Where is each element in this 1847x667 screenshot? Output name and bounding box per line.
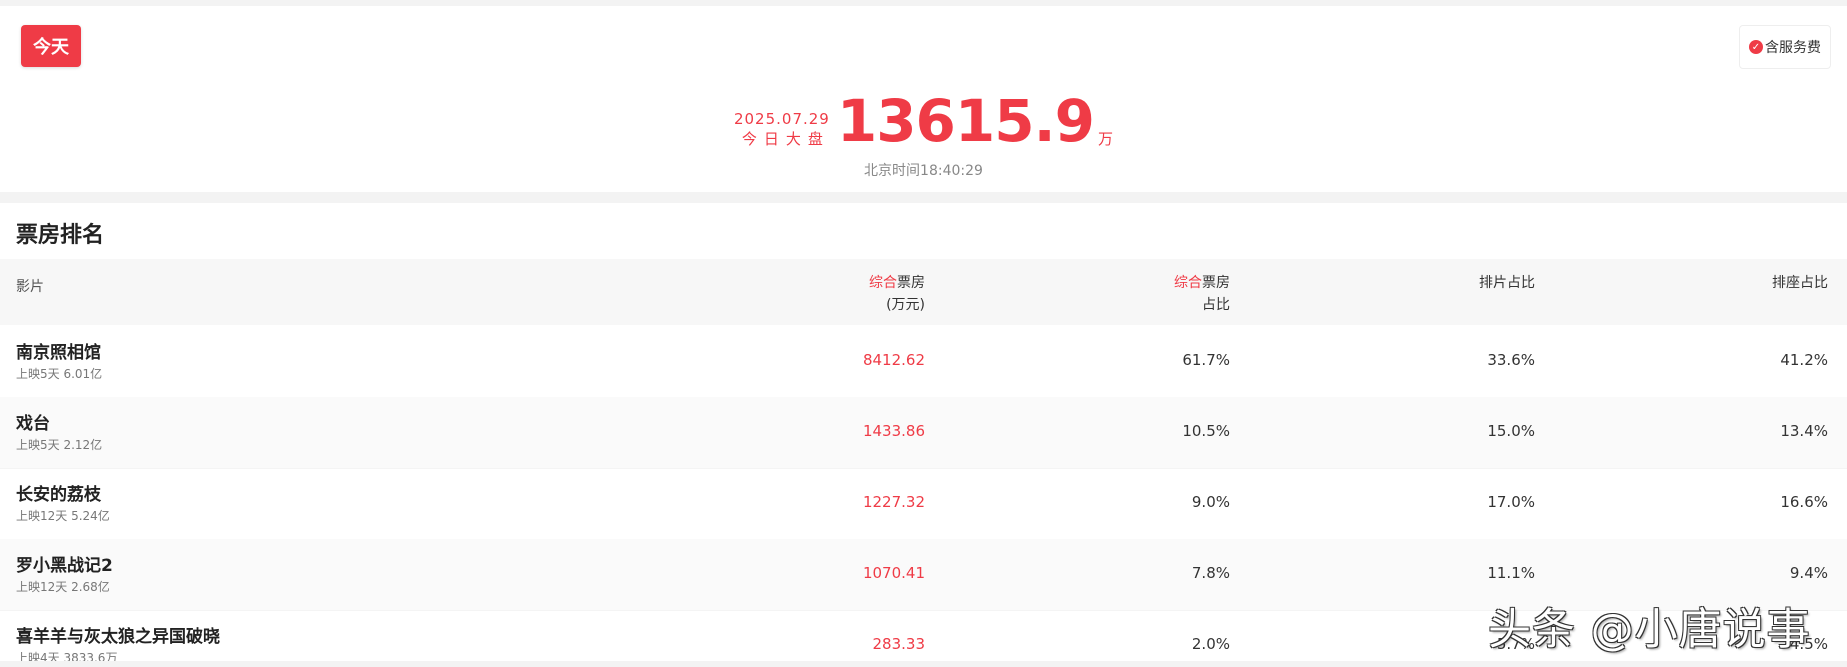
film-name: 长安的荔枝 xyxy=(16,485,101,505)
service-fee-label: 含服务费 xyxy=(1765,40,1821,56)
check-icon: ✓ xyxy=(1749,40,1763,54)
box-office-header-text: 票房 xyxy=(897,275,925,291)
box-office-unit: (万元) xyxy=(886,297,925,313)
showing-share: 17.0% xyxy=(1487,493,1535,511)
box-office-header-red: 综合 xyxy=(869,275,897,291)
today-button[interactable]: 今天 xyxy=(21,25,81,67)
box-office-share: 61.7% xyxy=(1182,351,1230,369)
today-total-value: 13615.9 xyxy=(836,87,1095,155)
film-release-info: 上映4天 3833.6万 xyxy=(16,651,118,661)
today-total-block: 2025.07.29 今日大盘 13615.9 万 北京时间18:40:29 xyxy=(0,90,1847,180)
box-office-ranking: 票房排名 影片 综合票房 (万元) 综合票房 占比 排片占比 排座占比 南京照相… xyxy=(0,203,1847,661)
box-office-value: 8412.62 xyxy=(862,351,925,369)
box-office-value: 1433.86 xyxy=(862,422,925,440)
box-office-column-header[interactable]: 综合票房 (万元) xyxy=(869,272,925,316)
ranking-title: 票房排名 xyxy=(16,223,105,248)
beijing-time: 北京时间18:40:29 xyxy=(864,163,983,179)
box-office-share: 7.8% xyxy=(1191,564,1230,582)
service-fee-toggle[interactable]: ✓ 含服务费 xyxy=(1739,25,1831,69)
share-header-text: 票房 xyxy=(1202,275,1230,291)
film-column-header: 影片 xyxy=(16,279,44,295)
today-total-line: 2025.07.29 今日大盘 13615.9 万 xyxy=(734,90,1113,152)
box-office-share: 10.5% xyxy=(1182,422,1230,440)
seat-column-header[interactable]: 排座占比 xyxy=(1772,272,1828,294)
table-row[interactable]: 南京照相馆 上映5天 6.01亿 8412.62 61.7% 33.6% 41.… xyxy=(0,326,1847,398)
summary-panel: 今天 ✓ 含服务费 2025.07.29 今日大盘 13615.9 万 北京时间… xyxy=(0,6,1847,192)
box-office-share: 2.0% xyxy=(1191,635,1230,653)
film-name: 罗小黑战记2 xyxy=(16,556,113,576)
box-office-value: 1227.32 xyxy=(862,493,925,511)
film-name: 喜羊羊与灰太狼之异国破晓 xyxy=(16,627,220,647)
film-name: 戏台 xyxy=(16,414,50,434)
showing-share: 33.6% xyxy=(1487,351,1535,369)
seat-share: 41.2% xyxy=(1780,351,1828,369)
share-column-header[interactable]: 综合票房 占比 xyxy=(1174,272,1230,316)
table-row[interactable]: 长安的荔枝 上映12天 5.24亿 1227.32 9.0% 17.0% 16.… xyxy=(0,468,1847,540)
share-header-line2: 占比 xyxy=(1202,297,1230,313)
seat-share: 9.4% xyxy=(1789,564,1828,582)
seat-share: 16.6% xyxy=(1780,493,1828,511)
table-row[interactable]: 戏台 上映5天 2.12亿 1433.86 10.5% 15.0% 13.4% xyxy=(0,397,1847,469)
showing-share: 11.1% xyxy=(1487,564,1535,582)
date-label: 2025.07.29 xyxy=(733,110,830,128)
watermark: 头条 @小唐说事 xyxy=(1488,605,1811,655)
today-total-unit: 万 xyxy=(1098,130,1114,148)
box-office-value: 283.33 xyxy=(872,635,926,653)
film-release-info: 上映12天 2.68亿 xyxy=(16,580,110,594)
film-release-info: 上映12天 5.24亿 xyxy=(16,509,110,523)
showing-column-header[interactable]: 排片占比 xyxy=(1479,272,1535,294)
film-release-info: 上映5天 6.01亿 xyxy=(16,367,103,381)
seat-share: 13.4% xyxy=(1780,422,1828,440)
box-office-value: 1070.41 xyxy=(862,564,925,582)
share-header-red: 综合 xyxy=(1174,275,1202,291)
film-release-info: 上映5天 2.12亿 xyxy=(16,438,103,452)
showing-share: 15.0% xyxy=(1487,422,1535,440)
box-office-share: 9.0% xyxy=(1191,493,1230,511)
today-total-label: 今日大盘 xyxy=(741,130,830,148)
film-name: 南京照相馆 xyxy=(16,343,101,363)
today-total-left: 2025.07.29 今日大盘 xyxy=(734,110,830,152)
table-header: 影片 综合票房 (万元) 综合票房 占比 排片占比 排座占比 xyxy=(0,259,1847,325)
